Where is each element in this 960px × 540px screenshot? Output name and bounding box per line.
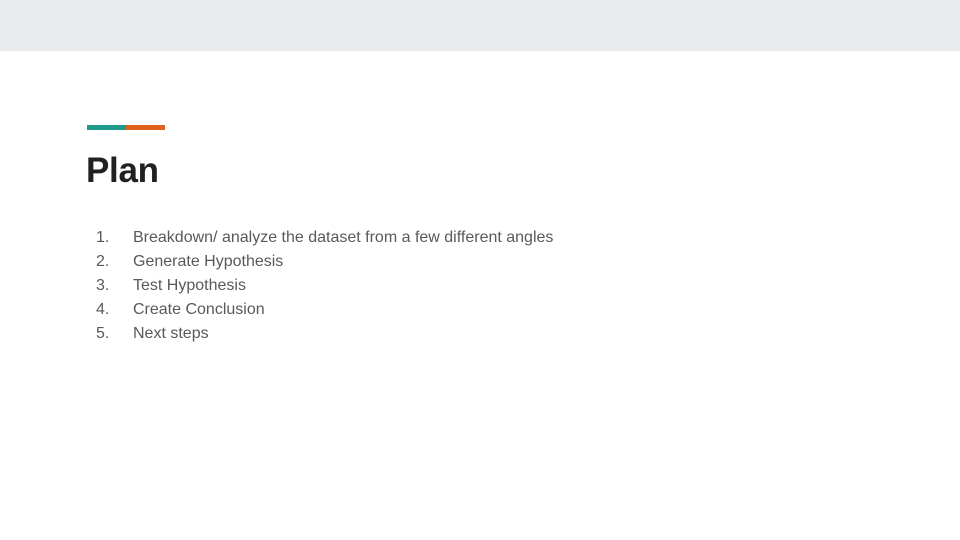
plan-list: 1. Breakdown/ analyze the dataset from a… bbox=[96, 226, 553, 346]
list-item-number: 4. bbox=[96, 301, 110, 318]
list-item-text: Next steps bbox=[133, 325, 209, 342]
list-item: 1. Breakdown/ analyze the dataset from a… bbox=[96, 226, 553, 250]
slide: Plan 1. Breakdown/ analyze the dataset f… bbox=[0, 0, 960, 540]
list-item: 4. Create Conclusion bbox=[96, 298, 553, 322]
list-item: 2. Generate Hypothesis bbox=[96, 250, 553, 274]
list-item-number: 1. bbox=[96, 229, 110, 246]
list-item: 5. Next steps bbox=[96, 322, 553, 346]
list-item-text: Create Conclusion bbox=[133, 301, 265, 318]
accent-bar bbox=[87, 125, 165, 130]
list-item-number: 2. bbox=[96, 253, 110, 270]
list-item-text: Breakdown/ analyze the dataset from a fe… bbox=[133, 229, 554, 246]
accent-bar-teal bbox=[87, 125, 126, 130]
list-item-text: Generate Hypothesis bbox=[133, 253, 284, 270]
list-item-number: 5. bbox=[96, 325, 110, 342]
list-item: 3. Test Hypothesis bbox=[96, 274, 553, 298]
list-item-text: Test Hypothesis bbox=[133, 277, 246, 294]
list-item-number: 3. bbox=[96, 277, 110, 294]
slide-title: Plan bbox=[86, 151, 159, 190]
accent-bar-orange bbox=[126, 125, 165, 130]
top-band bbox=[0, 0, 960, 51]
